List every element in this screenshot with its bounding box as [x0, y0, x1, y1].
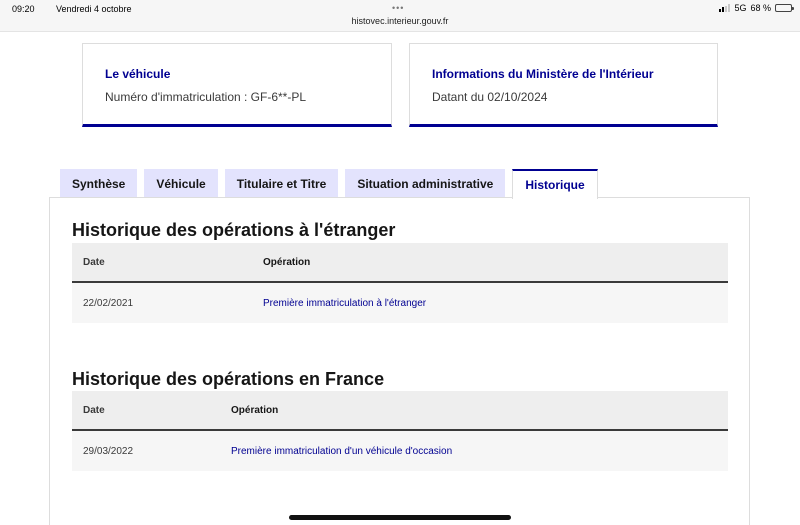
- data-date: Datant du 02/10/2024: [432, 90, 548, 104]
- column-header-operation: Opération: [231, 404, 279, 416]
- tab-bar: Synthèse Véhicule Titulaire et Titre Sit…: [60, 169, 598, 199]
- network-label: 5G: [734, 3, 747, 13]
- registration-number: Numéro d'immatriculation : GF-6**-PL: [105, 90, 307, 104]
- foreign-history-title: Historique des opérations à l'étranger: [72, 220, 396, 240]
- ministry-card: Informations du Ministère de l'Intérieur…: [409, 43, 718, 127]
- column-header-date: Date: [83, 404, 105, 416]
- table-row: 22/02/2021 Première immatriculation à l'…: [72, 283, 728, 323]
- vehicle-card: Le véhicule Numéro d'immatriculation : G…: [82, 43, 392, 127]
- operation-link[interactable]: Première immatriculation à l'étranger: [263, 283, 426, 323]
- tab-synthese[interactable]: Synthèse: [60, 169, 138, 198]
- operation-link[interactable]: Première immatriculation d'un véhicule d…: [231, 431, 452, 471]
- address-bar-url[interactable]: histovec.interieur.gouv.fr: [0, 16, 800, 26]
- battery-icon: [775, 4, 794, 12]
- operation-date: 22/02/2021: [83, 297, 134, 309]
- status-bar: 09:20 Vendredi 4 octobre ••• histovec.in…: [0, 0, 800, 32]
- column-header-operation: Opération: [263, 256, 311, 268]
- status-date: Vendredi 4 octobre: [56, 4, 132, 14]
- battery-percent: 68 %: [750, 3, 771, 13]
- france-history-title: Historique des opérations en France: [72, 369, 385, 389]
- ministry-card-title: Informations du Ministère de l'Intérieur: [432, 67, 654, 81]
- vehicle-card-title: Le véhicule: [105, 67, 171, 81]
- home-indicator[interactable]: [289, 515, 511, 520]
- tab-situation-administrative[interactable]: Situation administrative: [345, 169, 506, 198]
- status-indicators: 5G 68 %: [719, 3, 794, 13]
- table-header: Date Opération: [72, 243, 728, 283]
- foreign-history-table: Date Opération 22/02/2021 Première immat…: [72, 243, 728, 323]
- operation-date: 29/03/2022: [83, 445, 134, 457]
- tab-titulaire-et-titre[interactable]: Titulaire et Titre: [224, 169, 339, 198]
- column-header-date: Date: [83, 256, 105, 268]
- france-history-table: Date Opération 29/03/2022 Première immat…: [72, 391, 728, 471]
- table-row: 29/03/2022 Première immatriculation d'un…: [72, 431, 728, 471]
- tab-vehicule[interactable]: Véhicule: [144, 169, 218, 198]
- multitasking-dots-icon[interactable]: •••: [392, 3, 404, 13]
- status-time: 09:20: [12, 4, 35, 14]
- table-header: Date Opération: [72, 391, 728, 431]
- tab-historique[interactable]: Historique: [512, 169, 598, 199]
- signal-icon: [719, 4, 731, 12]
